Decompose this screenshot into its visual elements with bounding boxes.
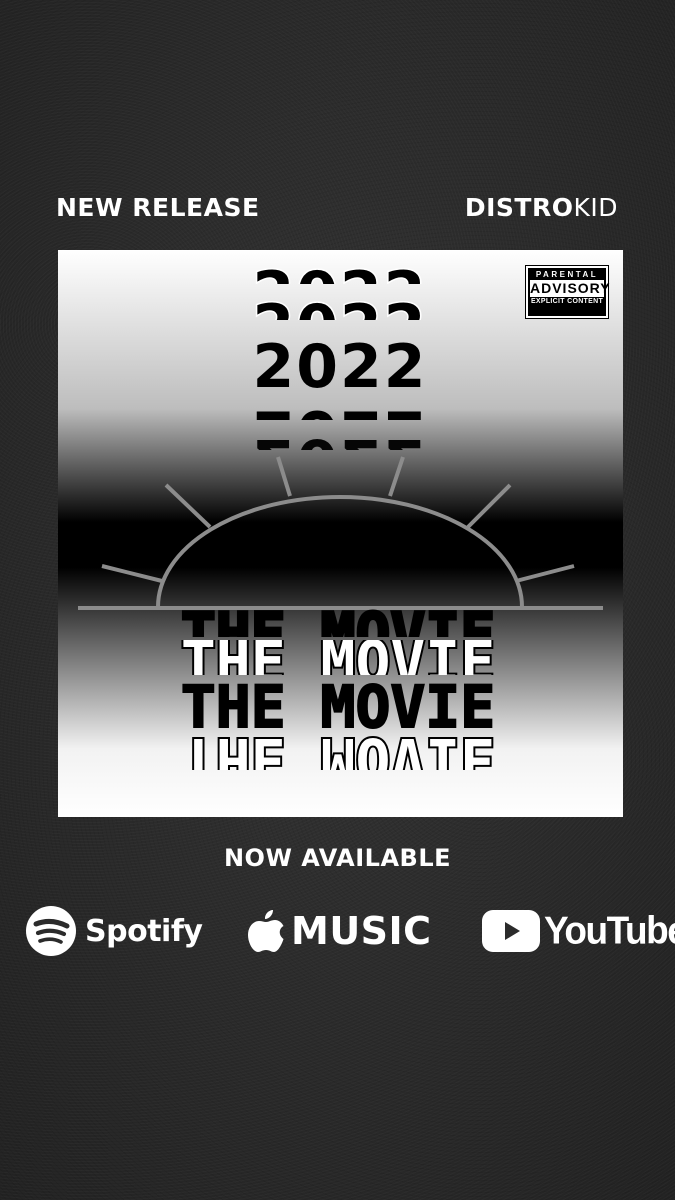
album-cover: 2022 2022 2022 2022 2022 THE MOVIE THE M… <box>58 250 623 817</box>
distrokid-logo-light: KID <box>573 193 618 222</box>
apple-music-label: MUSIC <box>291 909 432 953</box>
year-main: 2022 <box>253 332 428 402</box>
advisory-top-text: PARENTAL <box>535 270 599 279</box>
youtube-label: YouTube <box>544 908 675 952</box>
album-artwork: 2022 2022 2022 2022 2022 THE MOVIE THE M… <box>78 258 603 793</box>
new-release-label: NEW RELEASE <box>56 193 260 222</box>
distrokid-logo: DISTROKID <box>465 193 618 222</box>
youtube-link[interactable]: YouTube <box>482 900 675 962</box>
sunrise-graphic <box>78 456 603 610</box>
spotify-label: Spotify <box>85 913 203 949</box>
now-available-label: NOW AVAILABLE <box>223 844 452 872</box>
spotify-link[interactable]: Spotify <box>25 900 203 962</box>
parental-advisory-label: PARENTAL ADVISORY EXPLICIT CONTENT <box>525 265 611 319</box>
distrokid-logo-bold: DISTRO <box>464 193 574 222</box>
title-mirror: THE MOVIE <box>181 725 495 793</box>
youtube-play-icon <box>482 910 540 952</box>
apple-music-link[interactable]: MUSIC <box>247 900 432 962</box>
spotify-icon <box>26 906 76 956</box>
apple-icon <box>248 910 284 952</box>
advisory-middle-text: ADVISORY <box>530 280 611 297</box>
advisory-bottom-text: EXPLICIT CONTENT <box>530 298 604 305</box>
